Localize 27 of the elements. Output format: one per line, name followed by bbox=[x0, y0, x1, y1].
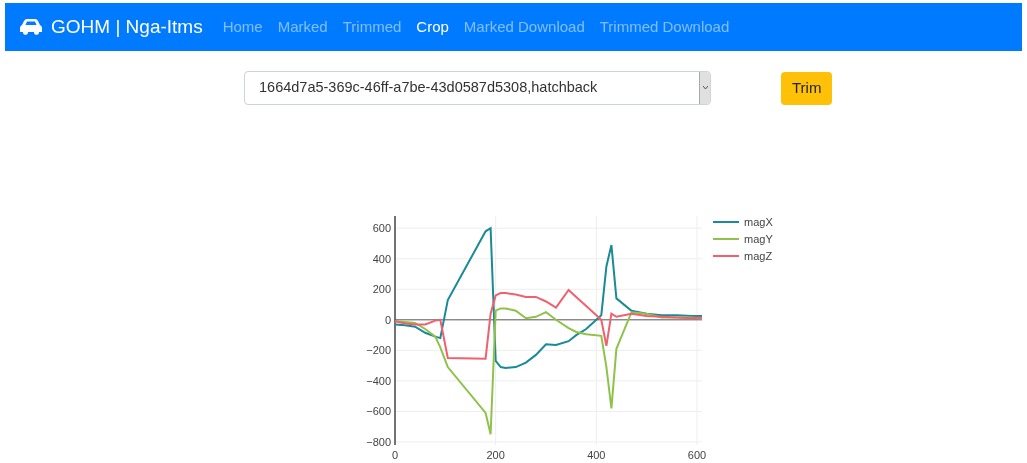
brand-title[interactable]: GOHM | Nga-Itms bbox=[51, 12, 203, 42]
select-value: 1664d7a5-369c-46ff-a7be-43d0587d5308,hatchback bbox=[259, 78, 598, 98]
y-tick-label: −800 bbox=[366, 435, 391, 448]
y-tick-label: 600 bbox=[372, 222, 391, 235]
y-tick-label: −400 bbox=[366, 374, 391, 387]
car-icon bbox=[19, 18, 43, 36]
x-tick-label: 600 bbox=[687, 449, 707, 461]
nav-link[interactable]: Marked bbox=[277, 15, 328, 39]
nav-link[interactable]: Marked Download bbox=[463, 15, 585, 39]
y-tick-label: 400 bbox=[372, 252, 391, 265]
select-field[interactable]: 1664d7a5-369c-46ff-a7be-43d0587d5308,hatchback bbox=[244, 71, 711, 105]
caret-icon bbox=[702, 86, 708, 90]
x-tick-label: 400 bbox=[587, 449, 606, 461]
y-tick-label: −200 bbox=[366, 344, 391, 357]
y-tick-label: −600 bbox=[366, 405, 391, 418]
legend-label: magX bbox=[744, 216, 773, 228]
x-tick-label: 0 bbox=[391, 449, 399, 461]
trim-button[interactable]: Trim bbox=[781, 71, 833, 105]
legend-label: magZ bbox=[744, 250, 773, 262]
y-tick-label: 0 bbox=[384, 313, 391, 326]
nav-link[interactable]: Trimmed bbox=[342, 15, 402, 39]
nav-link[interactable]: Trimmed Download bbox=[599, 15, 730, 39]
y-tick-label: 200 bbox=[372, 283, 391, 296]
nav-link[interactable]: Crop bbox=[416, 15, 449, 39]
x-tick-label: 200 bbox=[486, 449, 505, 461]
nav-link[interactable]: Home bbox=[222, 15, 263, 39]
legend-label: magY bbox=[744, 233, 773, 245]
